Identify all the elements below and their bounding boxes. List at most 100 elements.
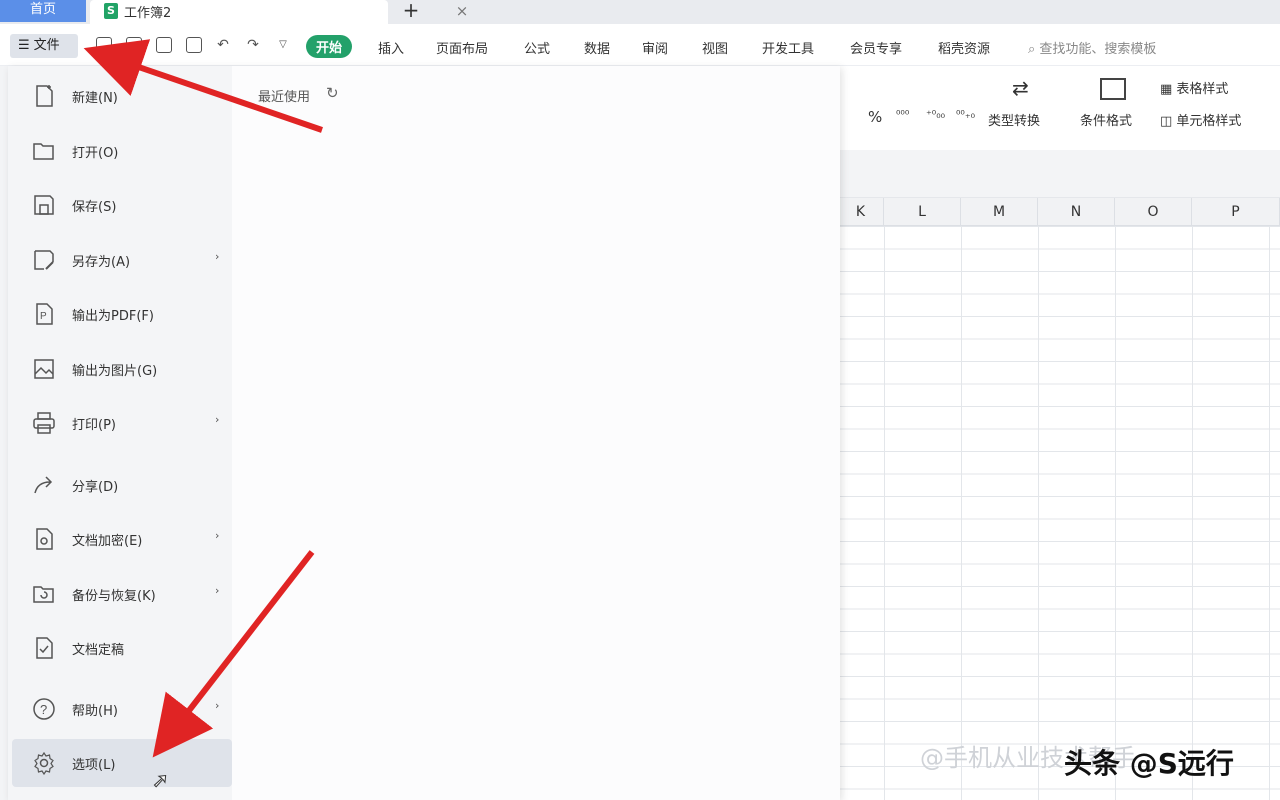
menu-item-label: 分享(D) (72, 480, 119, 495)
conditional-format-icon (1100, 78, 1126, 100)
column-header-p[interactable]: P (1192, 198, 1280, 226)
column-header-k[interactable]: K (838, 198, 884, 226)
menu-item-backup[interactable]: 备份与恢复(K) › (12, 570, 232, 618)
tab-page-layout[interactable]: 页面布局 (436, 38, 488, 57)
percent-style-button[interactable]: % (868, 108, 882, 126)
menu-item-open[interactable]: 打开(O) (12, 127, 232, 175)
new-tab-button[interactable]: + (400, 0, 422, 22)
tab-workbook-title: 工作簿2 (124, 6, 172, 21)
type-convert-button[interactable]: 类型转换 (988, 110, 1040, 129)
tab-formula[interactable]: 公式 (524, 38, 550, 57)
menu-item-label: 输出为PDF(F) (72, 309, 154, 324)
redo-icon[interactable]: ↷ (244, 36, 262, 54)
submenu-arrow-icon: › (215, 250, 220, 263)
formula-bar[interactable] (838, 150, 1280, 198)
type-convert-icon: ⇄ (1012, 76, 1029, 100)
tab-docer[interactable]: 稻壳资源 (938, 38, 990, 57)
menu-item-label: 备份与恢复(K) (72, 589, 156, 604)
watermark: 头条 @S远行 (1064, 747, 1234, 780)
submenu-arrow-icon: › (215, 413, 220, 426)
refresh-icon[interactable]: ↻ (326, 84, 339, 102)
menu-item-finalize[interactable]: 文档定稿 (12, 624, 232, 672)
spreadsheet-logo-icon: S (104, 3, 118, 19)
preview-quick-icon[interactable] (186, 37, 202, 53)
export-pdf-icon: P (36, 303, 53, 325)
menu-item-save[interactable]: 保存(S) (12, 181, 232, 229)
menu-item-label: 选项(L) (72, 758, 116, 773)
column-header-l[interactable]: L (884, 198, 961, 226)
thousands-icon[interactable]: ⁰⁰⁰ (896, 108, 909, 121)
backup-icon (33, 586, 54, 603)
tab-developer[interactable]: 开发工具 (762, 38, 814, 57)
file-menu-button[interactable]: ☰ 文件 (10, 34, 78, 58)
menu-item-label: 文档定稿 (72, 643, 125, 658)
submenu-arrow-icon: › (215, 529, 220, 542)
table-style-label: 表格样式 (1176, 82, 1229, 97)
recent-label: 最近使用 (258, 90, 311, 105)
save-as-icon (34, 250, 54, 270)
encrypt-icon (36, 528, 53, 550)
table-style-button[interactable]: ▦ 表格样式 (1160, 78, 1228, 97)
column-header-o[interactable]: O (1115, 198, 1192, 226)
tab-insert[interactable]: 插入 (378, 38, 404, 57)
undo-icon[interactable]: ↶ (214, 36, 232, 54)
spreadsheet: K L M N O P (838, 150, 1280, 800)
menu-item-label: 输出为图片(G) (72, 364, 158, 379)
settings-icon (34, 751, 54, 775)
cell-grid[interactable] (838, 226, 1280, 800)
file-menu-list: 新建(N) › 打开(O) 保存(S) 另存为(A) › P 输出为PDF(F)… (8, 66, 232, 800)
close-tab-icon[interactable]: × (452, 0, 472, 22)
ribbon-start: % ⁰⁰⁰ ⁺⁰₀₀ ⁰⁰₊₀ ⇄ 类型转换 条件格式 ▦ 表格样式 ◫ 单元格… (838, 66, 1280, 150)
new-file-icon (36, 85, 53, 107)
conditional-format-button[interactable]: 条件格式 (1080, 110, 1132, 129)
cell-style-label: 单元格样式 (1176, 114, 1242, 129)
decrease-decimal-icon[interactable]: ⁰⁰₊₀ (956, 108, 975, 121)
finalize-icon (36, 637, 53, 659)
tab-home[interactable]: 首页 (0, 0, 86, 22)
table-style-icon: ▦ (1160, 82, 1177, 97)
column-header-n[interactable]: N (1038, 198, 1115, 226)
print-quick-icon[interactable] (156, 37, 172, 53)
tab-workbook[interactable]: S 工作簿2 × (90, 0, 468, 24)
tab-member[interactable]: 会员专享 (850, 38, 902, 57)
menu-item-share[interactable]: 分享(D) (12, 461, 232, 509)
tab-start[interactable]: 开始 (306, 35, 353, 58)
menu-item-save-as[interactable]: 另存为(A) › (12, 236, 232, 284)
menu-item-export-pdf[interactable]: P 输出为PDF(F) (12, 290, 232, 338)
cell-style-button[interactable]: ◫ 单元格样式 (1160, 110, 1241, 129)
file-menu-panel: 新建(N) › 打开(O) 保存(S) 另存为(A) › P 输出为PDF(F)… (8, 66, 840, 800)
menu-item-label: 保存(S) (72, 200, 117, 215)
menu-item-new[interactable]: 新建(N) › (12, 72, 232, 120)
menu-item-label: 打印(P) (72, 418, 116, 433)
file-menu-label: 文件 (33, 38, 60, 53)
menu-item-export-image[interactable]: 输出为图片(G) (12, 345, 232, 393)
tab-data[interactable]: 数据 (584, 38, 610, 57)
menu-item-help[interactable]: ? 帮助(H) › (12, 685, 232, 733)
submenu-arrow-icon: › (215, 584, 220, 597)
submenu-arrow-icon: › (215, 699, 220, 712)
menu-item-encrypt[interactable]: 文档加密(E) › (12, 515, 232, 563)
folder-open-icon (33, 143, 54, 160)
help-icon: ? (33, 698, 55, 720)
export-quick-icon[interactable] (126, 37, 142, 53)
save-quick-icon[interactable] (96, 37, 112, 53)
menu-item-print[interactable]: 打印(P) › (12, 399, 232, 447)
menu-item-label: 新建(N) (72, 91, 118, 106)
tab-review[interactable]: 审阅 (642, 38, 668, 57)
increase-decimal-icon[interactable]: ⁺⁰₀₀ (926, 108, 945, 121)
search-placeholder: 查找功能、搜索模板 (1039, 42, 1157, 57)
menu-item-label: 文档加密(E) (72, 534, 143, 549)
more-quick-icon[interactable]: ▽ (274, 36, 292, 54)
svg-text:P: P (40, 311, 47, 322)
menu-item-label: 打开(O) (72, 146, 119, 161)
svg-text:?: ? (40, 702, 47, 717)
save-icon (34, 195, 54, 215)
export-image-icon (34, 359, 54, 379)
column-header-m[interactable]: M (961, 198, 1038, 226)
hamburger-icon: ☰ (18, 38, 30, 53)
submenu-arrow-icon: › (215, 86, 220, 99)
menu-item-options[interactable]: 选项(L) (12, 739, 232, 787)
tab-view[interactable]: 视图 (702, 38, 728, 57)
search-box[interactable]: ⌕ 查找功能、搜索模板 (1028, 38, 1156, 57)
print-icon (33, 412, 55, 434)
